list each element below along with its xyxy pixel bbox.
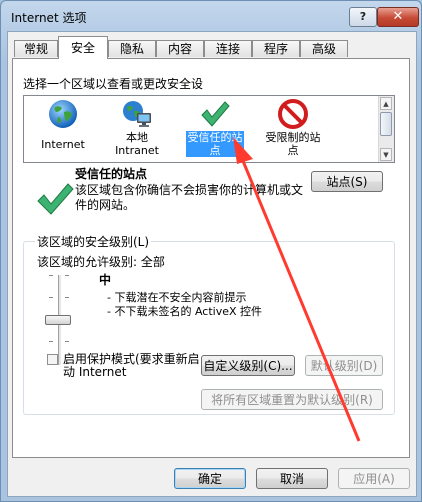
globe-icon	[49, 100, 77, 128]
ok-button[interactable]: 确定	[174, 468, 246, 489]
default-level-button[interactable]: 默认级别(D)	[305, 355, 383, 376]
zone-label: 本地 Intranet	[115, 131, 159, 157]
allowed-level-label: 该区域的允许级别: 全部	[37, 255, 165, 269]
dialog-client-area: 常规 安全 隐私 内容 连接 程序 高级 选择一个区域以查看或更改安全设 Int…	[7, 31, 417, 497]
trusted-checkmark-icon	[37, 183, 74, 215]
zone-label: 受信任的站 点	[186, 131, 244, 157]
help-button[interactable]: ?	[349, 7, 377, 27]
scroll-up-arrow-icon[interactable]: ▲	[380, 97, 392, 110]
scroll-down-arrow-icon[interactable]: ▼	[380, 148, 392, 161]
security-level-description: - 下载潜在不安全内容前提示 - 不下载未签名的 ActiveX 控件	[107, 291, 262, 319]
apply-button[interactable]: 应用(A)	[338, 468, 410, 489]
tab-strip: 常规 安全 隐私 内容 连接 程序 高级	[12, 36, 412, 59]
slider-tick	[49, 341, 53, 342]
slider-tick	[65, 341, 69, 342]
restricted-icon	[278, 99, 308, 129]
protected-mode-checkbox[interactable]	[47, 354, 58, 365]
slider-tick	[65, 297, 69, 298]
tab-advanced[interactable]: 高级	[300, 40, 348, 57]
tab-security[interactable]: 安全	[58, 36, 108, 59]
zone-label: Internet	[41, 138, 85, 151]
close-button[interactable]: ✕	[377, 7, 419, 27]
tab-connections[interactable]: 连接	[204, 40, 252, 57]
title-bar[interactable]: Internet 选项 ? ✕	[1, 1, 421, 31]
protected-mode-label: 启用保护模式(要求重新启动 Internet	[63, 352, 200, 379]
security-level-group-label: 该区域的安全级别(L)	[35, 233, 152, 250]
security-level-name: 中	[99, 273, 112, 287]
checkmark-icon	[201, 101, 230, 127]
window-title: Internet 选项	[11, 11, 87, 25]
level-desc-line: - 不下载未签名的 ActiveX 控件	[107, 305, 263, 318]
selected-zone-description: 该区域包含你确信不会损害你的计算机或文件的网站。	[75, 183, 304, 212]
zone-trusted-sites[interactable]: 受信任的站 点	[186, 98, 244, 160]
tab-content[interactable]: 内容	[156, 40, 204, 57]
slider-tick	[49, 275, 53, 276]
sites-button[interactable]: 站点(S)	[311, 171, 383, 192]
cancel-button[interactable]: 取消	[256, 468, 328, 489]
zone-internet[interactable]: Internet	[34, 98, 92, 160]
reset-all-zones-button[interactable]: 将所有区域重置为默认级别(R)	[201, 389, 383, 410]
zone-local-intranet[interactable]: 本地 Intranet	[108, 98, 166, 160]
tab-general[interactable]: 常规	[14, 40, 58, 57]
custom-level-button[interactable]: 自定义级别(C)...	[201, 355, 295, 376]
selected-zone-title: 受信任的站点	[75, 167, 148, 181]
zone-restricted-sites[interactable]: 受限制的站 点	[264, 98, 322, 160]
slider-thumb[interactable]	[45, 315, 71, 325]
zone-label: 受限制的站 点	[265, 131, 321, 157]
zone-list-scrollbar[interactable]: ▲ ▼	[378, 96, 394, 162]
scroll-thumb[interactable]	[380, 112, 392, 136]
level-desc-line: - 下载潜在不安全内容前提示	[107, 291, 247, 304]
intranet-icon	[123, 101, 151, 127]
security-tab-panel: 选择一个区域以查看或更改安全设 Internet 本地 Intranet 受信任…	[12, 58, 410, 458]
slider-tick	[65, 275, 69, 276]
tab-programs[interactable]: 程序	[252, 40, 300, 57]
zone-prompt-label: 选择一个区域以查看或更改安全设	[23, 77, 204, 91]
zone-list: Internet 本地 Intranet 受信任的站 点 受限制的站 点 ▲ ▼	[23, 95, 395, 163]
slider-tick	[49, 297, 53, 298]
tab-privacy[interactable]: 隐私	[108, 40, 156, 57]
internet-options-dialog: Internet 选项 ? ✕ 常规 安全 隐私 内容 连接 程序 高级 选择一…	[0, 0, 422, 502]
